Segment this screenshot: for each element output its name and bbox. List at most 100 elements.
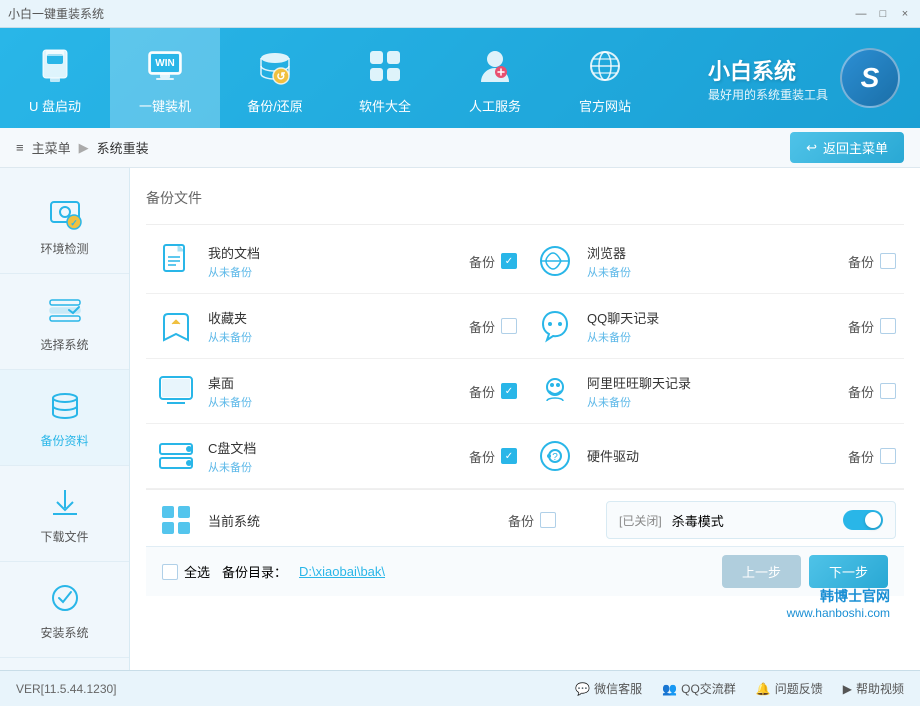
nav-item-backup[interactable]: ↺ 备份/还原 [220,28,330,128]
breadcrumb-menu: 主菜单 [32,138,71,157]
backup-item-aliww: 阿里旺旺聊天记录 从未备份 备份 [525,359,904,424]
driver-info: 硬件驱动 [587,446,838,467]
favorites-status: 从未备份 [208,329,459,345]
backup-item-desktop: 桌面 从未备份 备份 ✓ [146,359,525,424]
version-label: VER[11.5.44.1230] [16,682,117,696]
back-icon: ↩ [806,140,817,156]
back-button[interactable]: ↩ 返回主菜单 [790,132,904,163]
nav-item-website[interactable]: 官方网站 [550,28,660,128]
nav-label-service: 人工服务 [469,96,521,115]
feedback-icon: 🔔 [756,682,771,696]
close-button[interactable]: × [898,7,912,21]
antivirus-status: [已关闭] [619,512,662,529]
footer-feedback[interactable]: 🔔 问题反馈 [756,680,823,697]
system-checkbox[interactable] [540,512,556,528]
qq-checkbox[interactable] [880,318,896,334]
titlebar: 小白一键重装系统 — □ × [0,0,920,28]
sidebar-item-select[interactable]: 选择系统 [0,274,129,370]
svg-text:✓: ✓ [70,218,78,228]
browser-status: 从未备份 [587,264,838,280]
desktop-backup-label: 备份 [469,382,495,401]
window-controls: — □ × [854,7,912,21]
logo-area: 小白系统 最好用的系统重装工具 S [708,28,920,128]
footer-qq[interactable]: 👥 QQ交流群 [662,680,736,697]
qq-action: 备份 [848,317,896,336]
download-icon [45,482,85,522]
usb-icon [31,42,79,90]
sidebar-label-env: 环境检测 [40,240,88,257]
backup-dir-label: 备份目录： [222,562,287,581]
breadcrumb: ≡ 主菜单 ▶ 系统重装 ↩ 返回主菜单 [0,128,920,168]
qq-backup-label: 备份 [848,317,874,336]
backup-item-qq: QQ聊天记录 从未备份 备份 [525,294,904,359]
video-icon: ▶ [843,682,852,696]
cdocs-icon [154,434,198,478]
driver-name: 硬件驱动 [587,446,838,465]
prev-button[interactable]: 上一步 [722,555,801,588]
next-button[interactable]: 下一步 [809,555,888,588]
antivirus-label: 杀毒模式 [672,511,724,530]
breadcrumb-left: ≡ 主菜单 ▶ 系统重装 [16,138,149,157]
antivirus-toggle[interactable] [843,510,883,530]
nav-item-usb[interactable]: U 盘启动 [0,28,110,128]
cdocs-checkbox[interactable]: ✓ [501,448,517,464]
desktop-checkbox[interactable]: ✓ [501,383,517,399]
logo-icon: S [840,48,900,108]
svg-text:?: ? [552,452,558,463]
browser-info: 浏览器 从未备份 [587,243,838,280]
cdocs-action: 备份 ✓ [469,447,517,466]
select-all-checkbox[interactable] [162,564,178,580]
footer-video[interactable]: ▶ 帮助视频 [843,680,904,697]
system-icon [154,498,198,542]
desktop-info: 桌面 从未备份 [208,373,459,410]
favorites-name: 收藏夹 [208,308,459,327]
sidebar-item-install[interactable]: 安装系统 [0,562,129,658]
nav-item-software[interactable]: 软件大全 [330,28,440,128]
backup-dir-path[interactable]: D:\xiaobai\bak\ [299,564,385,579]
nav-item-onekey[interactable]: WIN 一键装机 [110,28,220,128]
browser-checkbox[interactable] [880,253,896,269]
sidebar-item-env[interactable]: ✓ 环境检测 [0,178,129,274]
footer: VER[11.5.44.1230] 💬 微信客服 👥 QQ交流群 🔔 问题反馈 … [0,670,920,706]
browser-name: 浏览器 [587,243,838,262]
qq-name: QQ聊天记录 [587,308,838,327]
feedback-label: 问题反馈 [775,680,823,697]
backup-items-grid: 我的文档 从未备份 备份 ✓ 浏览器 [146,229,904,489]
backup-item-favorites: 收藏夹 从未备份 备份 [146,294,525,359]
sidebar-label-install: 安装系统 [40,624,88,641]
system-backup-label: 备份 [508,511,534,530]
minimize-button[interactable]: — [854,7,868,21]
cdocs-backup-label: 备份 [469,447,495,466]
browser-backup-label: 备份 [848,252,874,271]
sidebar-item-download[interactable]: 下载文件 [0,466,129,562]
aliww-checkbox[interactable] [880,383,896,399]
backup-item-browser: 浏览器 从未备份 备份 [525,229,904,294]
select-all[interactable]: 全选 [162,562,210,581]
favorites-info: 收藏夹 从未备份 [208,308,459,345]
nav-label-software: 软件大全 [359,96,411,115]
breadcrumb-separator: ▶ [79,140,89,156]
docs-icon [154,239,198,283]
aliww-action: 备份 [848,382,896,401]
aliww-icon [533,369,577,413]
app-title: 小白一键重装系统 [8,5,104,22]
qq-footer-label: QQ交流群 [681,680,736,697]
docs-checkbox[interactable]: ✓ [501,253,517,269]
favorites-action: 备份 [469,317,517,336]
docs-backup-label: 备份 [469,252,495,271]
sidebar-item-backup[interactable]: 备份资料 [0,370,129,466]
svg-text:↺: ↺ [276,71,285,83]
cdocs-status: 从未备份 [208,459,459,475]
sidebar-label-download: 下载文件 [40,528,88,545]
wechat-label: 微信客服 [594,680,642,697]
maximize-button[interactable]: □ [876,7,890,21]
nav-item-service[interactable]: 人工服务 [440,28,550,128]
current-system-label: 当前系统 [208,511,498,530]
toggle-thumb [865,512,881,528]
nav-label-usb: U 盘启动 [29,96,81,115]
footer-wechat[interactable]: 💬 微信客服 [575,680,642,697]
driver-checkbox[interactable] [880,448,896,464]
favorites-checkbox[interactable] [501,318,517,334]
system-action: 备份 [508,511,556,530]
nav-label-onekey: 一键装机 [139,96,191,115]
